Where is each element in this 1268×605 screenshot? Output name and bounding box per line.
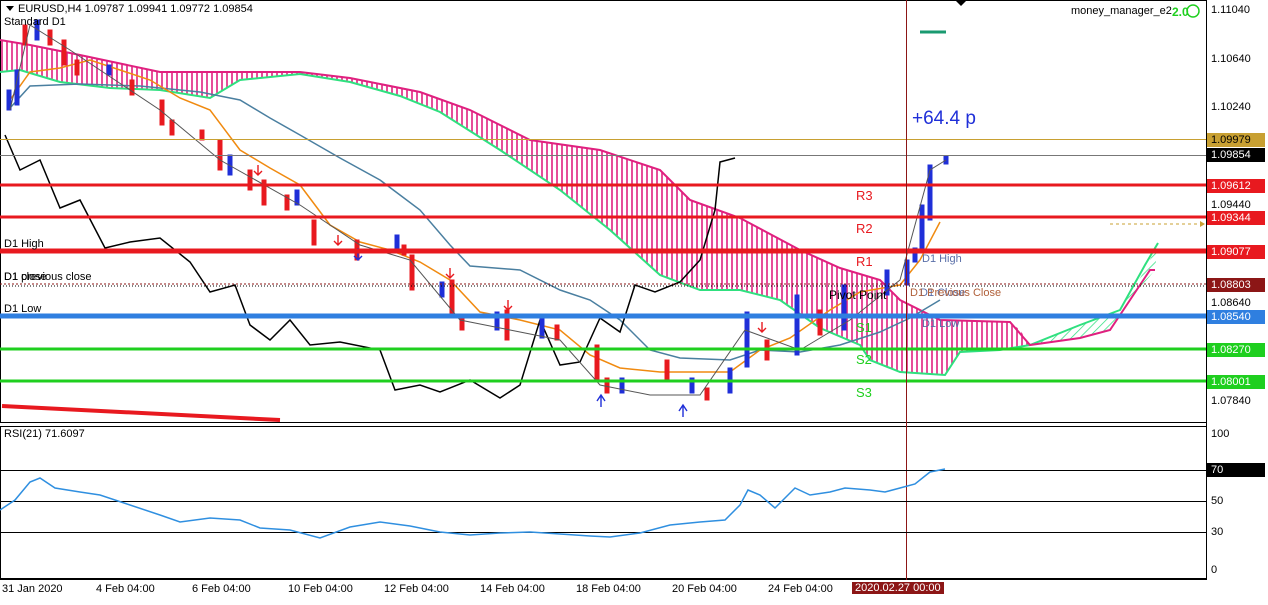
chart-canvas[interactable] xyxy=(0,0,1268,605)
time-label: 6 Feb 04:00 xyxy=(192,583,251,595)
symbol-info: EURUSD,H4 1.09787 1.09941 1.09772 1.0985… xyxy=(18,3,253,15)
tag-s3: 1.08001 xyxy=(1207,375,1265,389)
tag-s2: 1.08270 xyxy=(1207,343,1265,357)
tag-r2: 1.09344 xyxy=(1207,211,1265,225)
tag-s1: 1.08540 xyxy=(1207,310,1265,324)
pivot-point-label: Pivot Point xyxy=(829,288,887,302)
tag-pivot: 1.08803 xyxy=(1207,278,1265,292)
d1-previous-close-right-label: D1 Previous Close xyxy=(910,287,1002,299)
d1-high-right-label: D1 High xyxy=(922,253,962,265)
rsi-tick: 100 xyxy=(1211,428,1230,440)
ichimoku-cloud-bullish xyxy=(1030,243,1158,345)
r2-label: R2 xyxy=(856,221,873,236)
s2-label: S2 xyxy=(856,352,872,367)
price-tick: 1.08640 xyxy=(1211,297,1251,309)
time-label: 14 Feb 04:00 xyxy=(480,583,545,595)
price-tick: 1.10640 xyxy=(1211,53,1251,65)
time-label: 4 Feb 04:00 xyxy=(96,583,155,595)
rsi-line xyxy=(0,468,946,539)
rsi-tick-70: 70 xyxy=(1207,463,1265,477)
price-tick: 1.11040 xyxy=(1211,4,1250,16)
rsi-label: RSI(21) 71.6097 xyxy=(4,428,85,440)
d1-low-left-label: D1 Low xyxy=(4,303,42,315)
chart-menu-icon xyxy=(6,6,14,11)
time-label: 24 Feb 04:00 xyxy=(768,583,833,595)
s1-label: S1 xyxy=(856,320,872,335)
trend-line xyxy=(1,404,281,422)
rsi-tick: 30 xyxy=(1211,526,1224,538)
d1-previous-close-left-label: D1 previous close xyxy=(4,271,92,283)
time-label: 18 Feb 04:00 xyxy=(576,583,641,595)
r3-label: R3 xyxy=(856,188,873,203)
tag-current-price: 1.09854 xyxy=(1207,148,1265,162)
price-tick: 1.07840 xyxy=(1211,395,1251,407)
s3-label: S3 xyxy=(856,385,872,400)
d1-high-left-label: D1 High xyxy=(4,238,44,250)
r1-label: R1 xyxy=(856,254,873,269)
rsi-tick: 0 xyxy=(1211,564,1218,576)
price-tick: 1.09440 xyxy=(1211,199,1251,211)
time-label: 12 Feb 04:00 xyxy=(384,583,449,595)
rsi-frame xyxy=(0,426,1207,579)
rsi-tick: 50 xyxy=(1211,495,1224,507)
profit-label: +64.4 p xyxy=(912,108,976,129)
time-label: 20 Feb 04:00 xyxy=(672,583,737,595)
price-tick: 1.10240 xyxy=(1211,101,1251,113)
tag-d1-previous-close: 1.09979 xyxy=(1207,133,1265,147)
d1-low-right-label: D1 Low xyxy=(922,318,960,330)
time-label: 31 Jan 2020 xyxy=(2,583,63,595)
tag-r1: 1.09077 xyxy=(1207,245,1265,259)
tag-r3: 1.09612 xyxy=(1207,179,1265,193)
ea-version-badge: 2.0 xyxy=(1172,5,1189,19)
ea-label: money_manager_e2 xyxy=(1071,5,1172,17)
time-label: 10 Feb 04:00 xyxy=(288,583,353,595)
crosshair-time-highlight: 2020.02.27 00:00 xyxy=(852,582,944,594)
indicator-label: Standard D1 xyxy=(4,16,66,28)
